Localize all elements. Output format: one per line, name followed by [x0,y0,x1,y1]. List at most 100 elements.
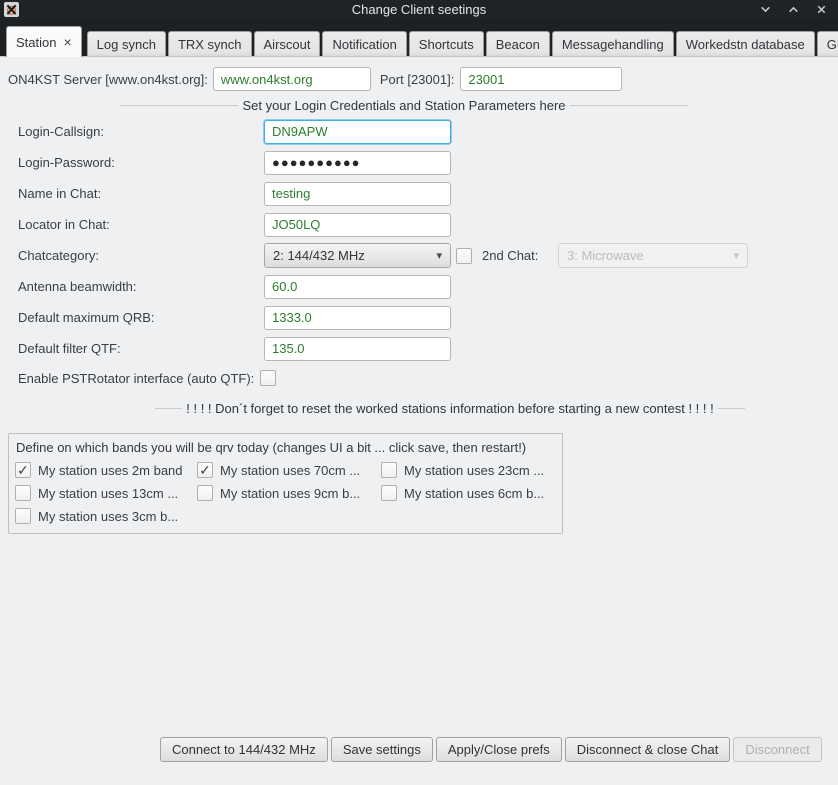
login-password-input[interactable] [264,151,451,175]
default-filter-qtf-input[interactable] [264,337,451,361]
connect-button[interactable]: Connect to 144/432 MHz [160,737,328,762]
band-9cm-checkbox[interactable]: ✓ [197,485,213,501]
server-row: ON4KST Server [www.on4kst.org]: Port [23… [0,66,838,92]
port-input[interactable] [460,67,622,91]
chat-locator-label: Locator in Chat: [18,209,264,240]
tab-notification[interactable]: Notification [322,31,406,57]
maximize-button[interactable] [786,3,800,17]
tab-label: TRX synch [178,37,242,52]
close-icon [815,3,828,16]
divider-line [120,105,238,106]
pstrotator-row: Enable PSTRotator interface (auto QTF): … [18,366,838,390]
settings-window: Change Client seetings Station × [0,0,838,785]
tab-airscout[interactable]: Airscout [254,31,321,57]
default-max-qrb-input[interactable] [264,306,451,330]
titlebar: Change Client seetings [0,0,838,19]
server-label: ON4KST Server [www.on4kst.org]: [8,72,208,87]
close-button[interactable] [814,3,828,17]
band-70cm-checkbox[interactable]: ✓ [197,462,213,478]
tab-label: Log synch [97,37,156,52]
tab-close-icon[interactable]: × [63,35,71,49]
checkmark-icon: ✓ [17,463,29,477]
divider-text: Set your Login Credentials and Station P… [238,98,569,113]
login-callsign-input[interactable] [264,120,451,144]
antenna-beamwidth-label: Antenna beamwidth: [18,271,264,302]
band-3cm-item: ✓ My station uses 3cm b... [15,508,197,524]
chat-name-input[interactable] [264,182,451,206]
band-6cm-checkbox[interactable]: ✓ [381,485,397,501]
bands-group-title: Define on which bands you will be qrv to… [16,440,556,455]
band-23cm-checkbox[interactable]: ✓ [381,462,397,478]
selected-value: 3: Microwave [567,248,644,263]
contest-warning-divider: ! ! ! ! Don´t forget to reset the worked… [155,401,745,416]
band-2m-item: ✓ My station uses 2m band [15,462,197,478]
chevron-down-icon: ▾ [436,249,442,262]
login-callsign-label: Login-Callsign: [18,116,264,147]
tab-beacon[interactable]: Beacon [486,31,550,57]
port-label: Port [23001]: [380,72,454,87]
band-label: My station uses 23cm ... [404,463,544,478]
window-controls [758,3,838,17]
warning-text: ! ! ! ! Don´t forget to reset the worked… [182,401,717,416]
pstrotator-checkbox[interactable]: ✓ [260,370,276,386]
tab-label: Station [16,35,56,50]
band-label: My station uses 13cm ... [38,486,178,501]
chevron-down-icon: ▾ [733,249,739,262]
bands-groupbox: Define on which bands you will be qrv to… [8,433,563,534]
chevron-up-icon [787,3,800,16]
tab-trx-synch[interactable]: TRX synch [168,31,252,57]
band-label: My station uses 2m band [38,463,183,478]
tab-gui[interactable]: GUI [817,31,838,57]
tab-log-synch[interactable]: Log synch [87,31,166,57]
second-chat-label: 2nd Chat: [482,248,544,263]
tab-label: Workedstn database [686,37,805,52]
station-tab-panel: ON4KST Server [www.on4kst.org]: Port [23… [0,56,838,784]
default-max-qrb-label: Default maximum QRB: [18,302,264,333]
band-6cm-item: ✓ My station uses 6cm b... [381,485,556,501]
selected-value: 2: 144/432 MHz [273,248,365,263]
divider-line [570,105,688,106]
pstrotator-label: Enable PSTRotator interface (auto QTF): [18,371,254,386]
save-settings-button[interactable]: Save settings [331,737,433,762]
tab-label: Messagehandling [562,37,664,52]
chat-locator-input[interactable] [264,213,451,237]
tab-label: Airscout [264,37,311,52]
second-chat-group: ✓ 2nd Chat: 3: Microwave ▾ [451,240,838,271]
chevron-down-icon [759,3,772,16]
credentials-section-divider: Set your Login Credentials and Station P… [120,98,688,113]
band-23cm-item: ✓ My station uses 23cm ... [381,462,556,478]
bands-grid: ✓ My station uses 2m band ✓ My station u… [15,462,556,524]
tab-messagehandling[interactable]: Messagehandling [552,31,674,57]
disconnect-button: Disconnect [733,737,821,762]
bottom-button-bar: Connect to 144/432 MHz Save settings App… [160,737,822,762]
default-filter-qtf-label: Default filter QTF: [18,333,264,364]
band-label: My station uses 3cm b... [38,509,178,524]
divider-line [155,408,182,409]
tab-station[interactable]: Station × [6,26,82,57]
minimize-button[interactable] [758,3,772,17]
chatcategory-select[interactable]: 2: 144/432 MHz ▾ [264,243,451,268]
disconnect-close-chat-button[interactable]: Disconnect & close Chat [565,737,731,762]
tab-label: Shortcuts [419,37,474,52]
band-13cm-checkbox[interactable]: ✓ [15,485,31,501]
tab-label: Notification [332,37,396,52]
chat-name-label: Name in Chat: [18,178,264,209]
second-chat-checkbox[interactable]: ✓ [456,248,472,264]
band-3cm-checkbox[interactable]: ✓ [15,508,31,524]
band-label: My station uses 9cm b... [220,486,360,501]
band-9cm-item: ✓ My station uses 9cm b... [197,485,381,501]
tab-label: GUI [827,37,838,52]
apply-close-prefs-button[interactable]: Apply/Close prefs [436,737,562,762]
band-label: My station uses 70cm ... [220,463,360,478]
tab-shortcuts[interactable]: Shortcuts [409,31,484,57]
antenna-beamwidth-input[interactable] [264,275,451,299]
tab-workedstn-database[interactable]: Workedstn database [676,31,815,57]
band-70cm-item: ✓ My station uses 70cm ... [197,462,381,478]
band-13cm-item: ✓ My station uses 13cm ... [15,485,197,501]
tab-bar: Station × Log synch TRX synch Airscout N… [0,19,838,57]
divider-line [718,408,745,409]
band-2m-checkbox[interactable]: ✓ [15,462,31,478]
checkmark-icon: ✓ [199,463,211,477]
login-password-label: Login-Password: [18,147,264,178]
server-input[interactable] [213,67,371,91]
